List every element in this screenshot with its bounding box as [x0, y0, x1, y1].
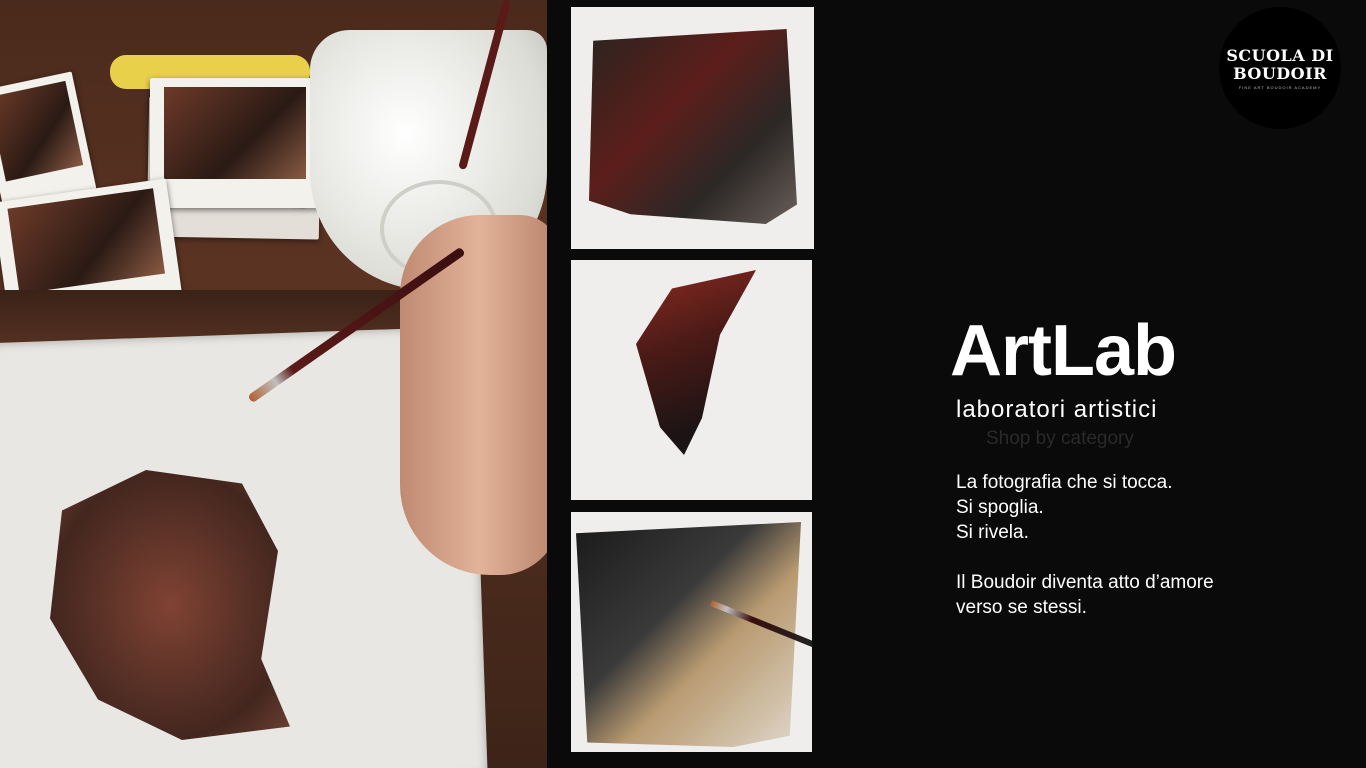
hand — [400, 215, 547, 575]
artwork-image — [589, 29, 797, 224]
brand-logo[interactable]: SCUOLA DI BOUDOIR FINE ART BOUDOIR ACADE… — [1219, 7, 1341, 129]
description-line: verso se stessi. — [956, 597, 1087, 618]
page-subtitle: laboratori artistici — [956, 396, 1158, 423]
artwork-image — [636, 270, 756, 455]
logo-text-line1: SCUOLA DI — [1226, 45, 1334, 65]
description-line: Il Boudoir diventa atto d’amore — [956, 572, 1214, 593]
artwork-tile-3[interactable] — [571, 512, 812, 752]
artwork-tile-1[interactable] — [571, 7, 814, 249]
shop-by-category-link[interactable]: Shop by category — [986, 426, 1134, 452]
artwork-image — [576, 522, 801, 747]
polaroid-print — [0, 71, 97, 209]
logo-tagline: FINE ART BOUDOIR ACADEMY — [1238, 84, 1322, 90]
description-line: Si rivela. — [956, 522, 1029, 543]
hero-photo — [0, 0, 547, 768]
logo-text-line2: BOUDOIR — [1233, 63, 1327, 83]
artwork-tile-2[interactable] — [571, 260, 812, 500]
page-title: ArtLab — [950, 311, 1177, 391]
description-line: La fotografia che si tocca. — [956, 472, 1173, 493]
description-line: Si spoglia. — [956, 497, 1044, 518]
description: La fotografia che si tocca. Si spoglia. … — [956, 470, 1214, 620]
polaroid-print — [150, 78, 320, 208]
